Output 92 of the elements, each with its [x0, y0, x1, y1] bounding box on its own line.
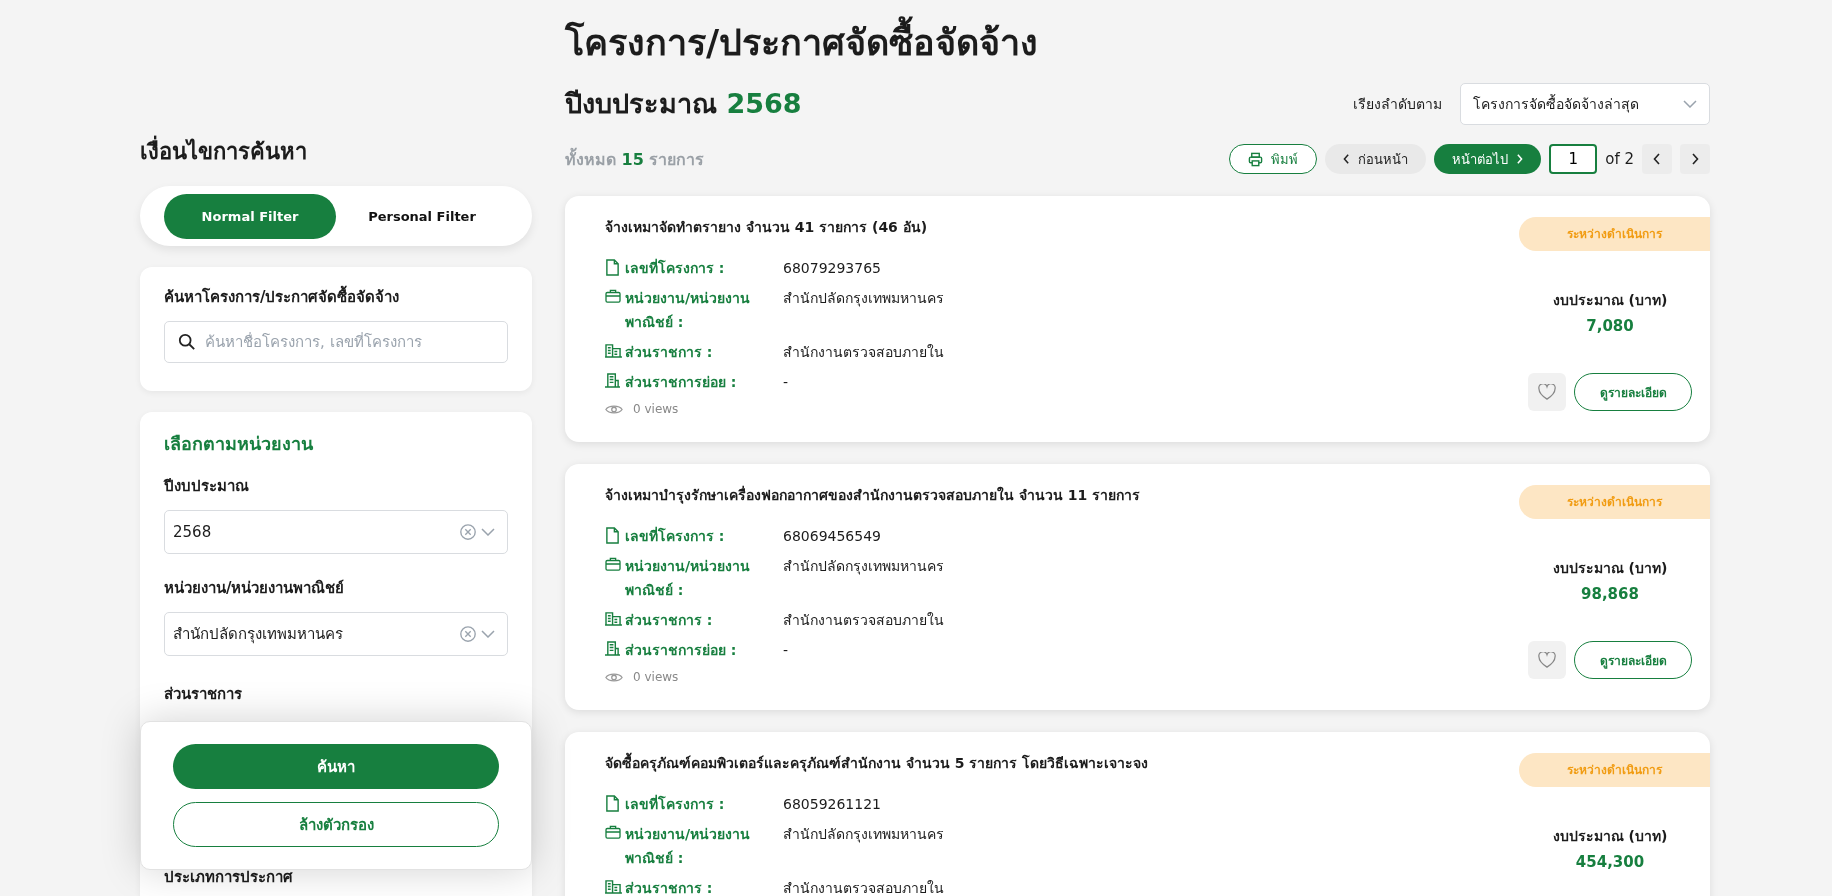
building-icon — [605, 373, 620, 388]
chevron-down-icon — [481, 630, 495, 638]
field-value: - — [783, 373, 790, 392]
filter-tab[interactable]: Normal Filter — [164, 193, 336, 239]
budget-label: งบประมาณ (บาท) — [1552, 827, 1668, 846]
budget-label: งบประมาณ (บาท) — [1552, 291, 1668, 310]
document-icon — [605, 527, 620, 544]
heart-icon — [1538, 384, 1556, 400]
field-value: 68059261121 — [783, 795, 882, 814]
chevron-left-icon — [1653, 153, 1661, 165]
search-icon — [178, 333, 196, 351]
clear-filter-button[interactable]: ล้างตัวกรอง — [173, 802, 499, 847]
view-details-button[interactable]: ดูรายละเอียด — [1574, 373, 1692, 411]
next-page-button[interactable] — [1680, 144, 1710, 174]
sort-select[interactable]: โครงการจัดซื้อจัดจ้างล่าสุด — [1460, 82, 1710, 125]
view-count: 0 views — [633, 670, 679, 684]
field-label: ส่วนราชการ : — [625, 879, 714, 896]
field-label: เลขที่โครงการ : — [625, 257, 726, 278]
buildings-icon — [605, 611, 622, 626]
buildings-icon — [605, 879, 622, 894]
field-value: สำนักปลัดกรุงเทพมหานคร — [783, 557, 945, 577]
select-label: ปีงบประมาณ — [164, 476, 250, 496]
field-label: หน่วยงาน/หน่วยงาน พาณิชย์ : — [625, 289, 752, 332]
budget-value: 7,080 — [1586, 317, 1634, 335]
clear-icon[interactable] — [459, 523, 477, 541]
field-label: ส่วนราชการ : — [625, 611, 714, 630]
field-value: สำนักงานตรวจสอบภายใน — [783, 879, 945, 896]
field-label: ส่วนราชการย่อย : — [625, 373, 738, 392]
project-title: จ้างเหมาบำรุงรักษาเครื่องฟอกอากาศของสำนักงานตรวจสอบภายใน จำนวน 11 รายการ — [605, 484, 1141, 506]
field-label: ส่วนราชการย่อย : — [625, 641, 738, 660]
briefcase-icon — [605, 557, 621, 571]
view-details-button[interactable]: ดูรายละเอียด — [1574, 641, 1692, 679]
buildings-icon — [605, 343, 622, 358]
next-button[interactable]: หน้าต่อไป — [1434, 144, 1542, 174]
select-field[interactable]: 2568 — [164, 510, 508, 554]
chevron-down-icon — [1683, 99, 1697, 108]
field-label: หน่วยงาน/หน่วยงาน พาณิชย์ : — [625, 557, 752, 600]
field-value: สำนักงานตรวจสอบภายใน — [783, 343, 944, 362]
project-title: จัดซื้อครุภัณฑ์คอมพิวเตอร์และครุภัณฑ์สำนักงาน จำนวน 5 รายการ โดยวิธีเฉพาะเจาะจง — [605, 752, 1149, 774]
select-label: ประเภทการประกาศ — [164, 867, 293, 887]
select-label: ส่วนราชการ — [164, 684, 243, 704]
result-count: ทั้งหมด 15 รายการ — [565, 146, 705, 171]
view-count: 0 views — [633, 402, 679, 416]
chevron-right-icon — [1691, 153, 1699, 165]
fiscal-year-heading: ปีงบประมาณ 2568 — [565, 87, 802, 121]
clear-icon[interactable] — [459, 625, 477, 643]
eye-icon — [605, 671, 623, 683]
field-value: 68079293765 — [783, 259, 882, 278]
search-field[interactable]: ค้นหาชื่อโครงการ, เลขที่โครงการ — [164, 321, 508, 363]
document-icon — [605, 259, 620, 276]
budget-value: 454,300 — [1575, 853, 1645, 871]
previous-page-button[interactable] — [1642, 144, 1672, 174]
favorite-button[interactable] — [1528, 373, 1566, 411]
field-value: 68069456549 — [783, 527, 882, 546]
chevron-right-icon — [1516, 154, 1524, 164]
building-icon — [605, 641, 620, 656]
chevron-left-icon — [1343, 154, 1351, 164]
field-value: สำนักปลัดกรุงเทพมหานคร — [783, 289, 944, 309]
eye-icon — [605, 403, 623, 415]
previous-button[interactable]: ก่อนหน้า — [1325, 144, 1427, 174]
print-button[interactable]: พิมพ์ — [1229, 144, 1318, 174]
printer-icon — [1248, 151, 1264, 167]
document-icon — [605, 795, 620, 812]
heart-icon — [1538, 652, 1556, 668]
project-title: จ้างเหมาจัดทำตรายาง จำนวน 41 รายการ (46 อัน) — [605, 218, 929, 237]
section-heading: เลือกตามหน่วยงาน — [164, 432, 314, 456]
page-input[interactable]: 1 — [1549, 144, 1598, 174]
page-title: โครงการ/ประกาศจัดซื้อจัดจ้าง — [565, 18, 1710, 68]
budget-value: 98,868 — [1581, 585, 1639, 603]
select-label: หน่วยงาน/หน่วยงานพาณิชย์ — [164, 578, 346, 598]
chevron-down-icon — [481, 528, 495, 536]
field-value: - — [783, 641, 790, 660]
field-label: หน่วยงาน/หน่วยงาน พาณิชย์ : — [625, 825, 752, 868]
filter-heading: เงื่อนไขการค้นหา — [140, 136, 532, 168]
status-badge: ระหว่างดำเนินการ — [1519, 485, 1710, 519]
field-value: สำนักปลัดกรุงเทพมหานคร — [783, 825, 945, 845]
favorite-button[interactable] — [1528, 641, 1566, 679]
select-field[interactable]: สำนักปลัดกรุงเทพมหานคร — [164, 612, 508, 656]
search-button[interactable]: ค้นหา — [173, 744, 499, 789]
budget-label: งบประมาณ (บาท) — [1552, 559, 1668, 578]
filter-tab[interactable]: Personal Filter — [336, 193, 508, 239]
status-badge: ระหว่างดำเนินการ — [1519, 217, 1710, 251]
field-value: สำนักงานตรวจสอบภายใน — [783, 611, 945, 630]
field-label: ส่วนราชการ : — [625, 343, 714, 362]
field-label: เลขที่โครงการ : — [625, 793, 726, 814]
sort-label: เรียงลำดับตาม — [1353, 94, 1442, 114]
briefcase-icon — [605, 289, 621, 303]
field-label: เลขที่โครงการ : — [625, 525, 726, 546]
search-label: ค้นหาโครงการ/ประกาศจัดซื้อจัดจ้าง — [164, 287, 508, 307]
status-badge: ระหว่างดำเนินการ — [1519, 753, 1710, 787]
page-total: of 2 — [1605, 150, 1634, 168]
briefcase-icon — [605, 825, 621, 839]
